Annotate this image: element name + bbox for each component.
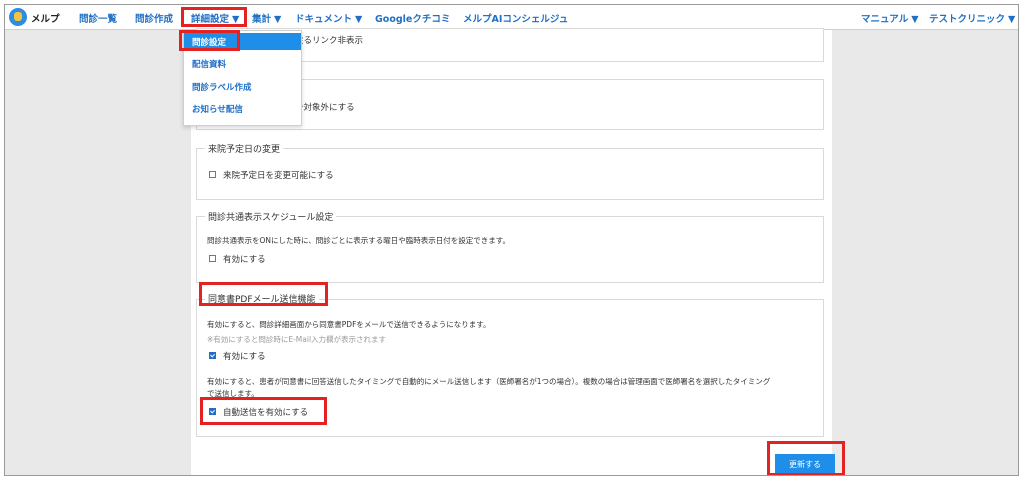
section-title: 来院予定日の変更 [205, 142, 284, 155]
description: 問診共通表示をONにした時に、問診ごとに表示する曜日や臨時表示日付を設定できます… [207, 236, 511, 245]
chevron-down-icon: ▼ [355, 14, 363, 25]
annotation-box-settings [181, 7, 247, 27]
annotation-box-inquiry-settings [179, 30, 240, 51]
chevron-down-icon: ▼ [274, 14, 282, 25]
nav-item-statistics[interactable]: 集計 ▼ [252, 11, 281, 25]
brand-name[interactable]: メルプ [31, 11, 60, 25]
checkbox-label: 有効にする [223, 352, 266, 362]
nav-item-inquiry-list[interactable]: 問診一覧 [79, 11, 117, 25]
section-visit-date: 来院予定日の変更 来院予定日を変更可能にする [196, 142, 824, 200]
schedule-enable-checkbox[interactable] [209, 255, 216, 262]
app-window: メルプ 問診一覧 問診作成 詳細設定 ▼ 集計 ▼ ドキュメント ▼ Googleクチ… [4, 4, 1019, 476]
annotation-box-update [767, 441, 845, 475]
auto-description: 有効にすると、患者が同意書に回答送信したタイミングで自動的にメール送信します（医… [207, 377, 771, 386]
melp-logo-icon[interactable] [9, 8, 27, 26]
dropdown-item-label-create[interactable]: 問診ラベル作成 [192, 81, 252, 93]
visit-date-checkbox[interactable] [209, 171, 216, 178]
checkbox-label: 有効にする [223, 255, 266, 265]
nav-item-clinic[interactable]: テストクリニック ▼ [929, 11, 1015, 25]
section-common-schedule: 問診共通表示スケジュール設定 問診共通表示をONにした時に、問診ごとに表示する曜… [196, 210, 824, 283]
dropdown-item-notice[interactable]: お知らせ配信 [192, 103, 243, 115]
nav-item-manual[interactable]: マニュアル ▼ [861, 11, 919, 25]
annotation-box-auto-send [200, 397, 327, 425]
dropdown-item-materials[interactable]: 配信資料 [192, 58, 226, 70]
description: 有効にすると、問診詳細画面から同意書PDFをメールで送信できるようになります。 [207, 320, 491, 329]
checkbox-label: 来院予定日を変更可能にする [223, 171, 334, 181]
nav-item-google-reviews[interactable]: Googleクチコミ [375, 11, 450, 25]
section-title: 問診共通表示スケジュール設定 [205, 210, 337, 223]
annotation-box-pdf-title [199, 282, 328, 306]
nav-item-ai-concierge[interactable]: メルプAIコンシェルジュ [463, 11, 568, 25]
nav-item-documents[interactable]: ドキュメント ▼ [295, 11, 362, 25]
top-nav: メルプ 問診一覧 問診作成 詳細設定 ▼ 集計 ▼ ドキュメント ▼ Googleクチ… [5, 5, 1018, 30]
pdf-enable-checkbox[interactable] [209, 352, 216, 359]
note: ※有効にすると問診時にE-Mail入力欄が表示されます [207, 335, 387, 344]
nav-item-inquiry-create[interactable]: 問診作成 [135, 11, 173, 25]
chevron-down-icon: ▼ [911, 14, 919, 25]
chevron-down-icon: ▼ [1008, 14, 1016, 25]
